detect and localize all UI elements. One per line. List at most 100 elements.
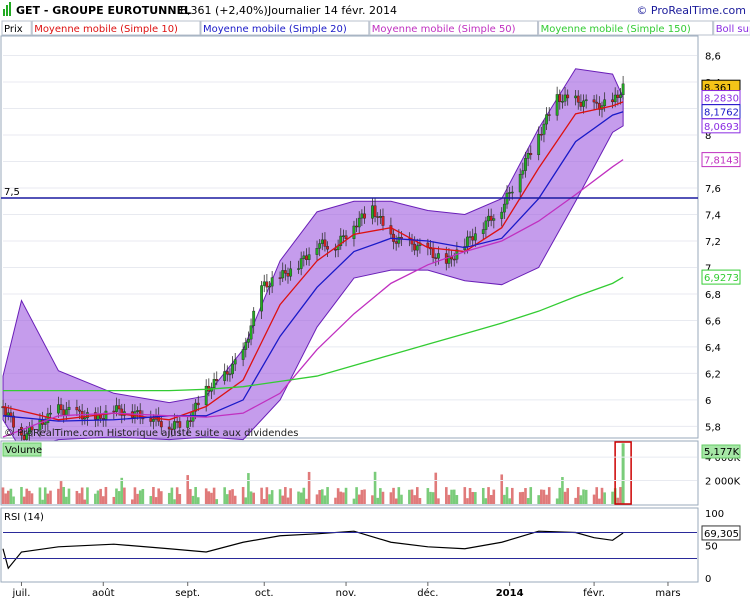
volume-bar (297, 491, 300, 504)
volume-bar (521, 491, 525, 504)
candle-body (471, 236, 475, 241)
volume-bar (474, 492, 477, 504)
x-tick-label: déc. (417, 587, 438, 599)
volume-value-tag-text: 5,177K (704, 447, 740, 458)
candle-body (101, 418, 105, 420)
candle-body (582, 100, 585, 107)
candle-body (434, 257, 438, 259)
volume-bar (566, 488, 569, 504)
reference-line-label: 7,5 (4, 187, 20, 198)
candle-body (196, 402, 200, 406)
volume-bar (373, 471, 377, 504)
volume-bar (379, 488, 382, 504)
last-price: 8,361 (+2,40%) (180, 4, 268, 17)
volume-bar (241, 487, 245, 504)
volume-bar (207, 491, 211, 504)
candle-body (492, 218, 496, 221)
volume-bar (112, 496, 116, 504)
volume-bar (152, 487, 155, 504)
candle-body (371, 205, 374, 219)
legend-item: Moyenne mobile (Simple 150) (541, 24, 691, 35)
volume-bar (450, 489, 453, 504)
volume-bar (492, 489, 496, 504)
stock-chart: GET - GROUPE EUROTUNNEL 8,361 (+2,40%) J… (0, 0, 750, 599)
volume-bar (86, 487, 89, 504)
candle-body (57, 404, 60, 414)
volume-bar (555, 498, 559, 504)
candle-body (117, 405, 121, 410)
volume-bar (410, 489, 414, 504)
candle-body (302, 255, 306, 259)
candle-body (574, 95, 578, 99)
price-value-tag-text: 7,8143 (704, 156, 739, 167)
volume-bar (408, 489, 411, 504)
volume-bar (59, 481, 63, 504)
candle-body (262, 281, 266, 286)
volume-bar (141, 488, 145, 504)
volume-bar (46, 493, 50, 504)
candle-body (489, 215, 493, 221)
price-tick-label: 5,8 (705, 422, 721, 433)
rsi-value-tag-text: 69,305 (704, 529, 739, 540)
volume-bar (83, 499, 87, 504)
volume-bar (584, 489, 588, 504)
candle-body (592, 99, 596, 103)
candle-body (286, 273, 290, 277)
candle-body (342, 235, 345, 237)
candle-body (159, 421, 163, 428)
volume-bar (426, 488, 430, 504)
indicator-legend: Prix Moyenne mobile (Simple 10) Moyenne mo… (1, 20, 750, 36)
volume-bar (133, 487, 137, 504)
candle-body (526, 153, 530, 159)
chart-note: © ProRealTime.com Historique ajusté suit… (4, 427, 298, 439)
volume-bar (228, 490, 232, 504)
volume-bar (30, 493, 34, 504)
candle-body (59, 404, 63, 410)
candle-body (152, 419, 155, 422)
volume-bar (249, 491, 253, 504)
candle-body (83, 417, 87, 420)
price-value-tag-text: 8,2830 (704, 94, 739, 105)
volume-bar (344, 487, 348, 504)
volume-bar (505, 487, 509, 504)
x-tick-label: nov. (336, 588, 357, 599)
volume-bar (104, 486, 108, 504)
volume-bar (9, 488, 13, 504)
candle-body (545, 114, 548, 125)
volume-bar (231, 489, 234, 504)
volume-bar (352, 498, 356, 504)
volume-bar (123, 487, 126, 504)
volume-bar (299, 492, 303, 504)
candle-body (481, 229, 485, 234)
volume-bar (508, 498, 511, 504)
price-tick-label: 6,8 (705, 290, 721, 301)
volume-bar (558, 487, 562, 504)
candle-body (431, 248, 435, 258)
candle-body (547, 114, 551, 116)
volume-bar (262, 498, 266, 504)
candle-body (64, 409, 68, 416)
volume-bar (20, 486, 23, 504)
price-tick-label: 6,4 (705, 343, 721, 354)
volume-bar (67, 488, 71, 504)
candle-body (576, 95, 580, 103)
volume-bar (437, 498, 440, 504)
candle-body (537, 133, 541, 156)
candle-body (6, 412, 10, 416)
volume-bar (305, 498, 308, 504)
candle-body (78, 409, 81, 412)
volume-bar (389, 492, 393, 504)
price-tick-label: 7,6 (705, 184, 721, 195)
candle-body (281, 270, 285, 279)
volume-bar (225, 494, 229, 504)
rsi-tick-label: 0 (705, 574, 711, 585)
candle-body (373, 205, 377, 217)
candle-body (305, 255, 308, 260)
volume-bar-last (621, 443, 625, 504)
candle-body (320, 239, 324, 244)
price-value-tag-text: 8,0693 (704, 122, 739, 133)
candle-body (175, 421, 179, 423)
volume-bar (268, 494, 271, 504)
volume-bar (138, 490, 142, 504)
volume-bar (178, 494, 182, 504)
